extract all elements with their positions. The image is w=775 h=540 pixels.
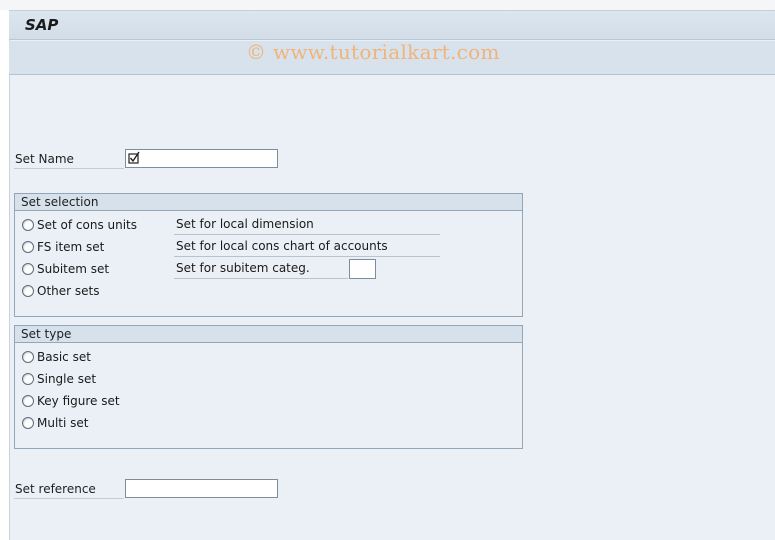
radio-circle[interactable] (22, 219, 34, 231)
screen-title: SAP (25, 16, 59, 34)
required-check-icon (128, 151, 140, 164)
desc-local-dimension: Set for local dimension (174, 215, 440, 235)
watermark-text: © www.tutorialkart.com (246, 40, 500, 64)
radio-label: Key figure set (37, 394, 120, 408)
desc-local-cons-chart: Set for local cons chart of accounts (174, 237, 440, 257)
set-selection-title: Set selection (15, 194, 522, 211)
radio-circle[interactable] (22, 417, 34, 429)
radio-circle[interactable] (22, 241, 34, 253)
radio-label: Basic set (37, 350, 91, 364)
desc-subitem-categ: Set for subitem categ. (174, 259, 348, 279)
radio-label: Single set (37, 372, 97, 386)
set-reference-label: Set reference (15, 482, 96, 496)
window-top-strip (0, 0, 775, 10)
radio-circle[interactable] (22, 373, 34, 385)
radio-label: Set of cons units (37, 218, 138, 232)
set-name-input[interactable] (125, 149, 278, 168)
set-name-label: Set Name (15, 152, 74, 166)
radio-circle[interactable] (22, 285, 34, 297)
subitem-categ-input[interactable] (349, 259, 376, 279)
radio-circle[interactable] (22, 351, 34, 363)
radio-set-of-cons-units[interactable]: Set of cons units (22, 218, 162, 234)
radio-basic-set[interactable]: Basic set (22, 350, 162, 366)
set-reference-input[interactable] (125, 479, 278, 498)
radio-label: Multi set (37, 416, 89, 430)
radio-fs-item-set[interactable]: FS item set (22, 240, 162, 256)
title-bar: SAP (9, 10, 775, 40)
radio-other-sets[interactable]: Other sets (22, 284, 162, 300)
radio-label: FS item set (37, 240, 105, 254)
radio-single-set[interactable]: Single set (22, 372, 162, 388)
radio-label: Subitem set (37, 262, 110, 276)
radio-subitem-set[interactable]: Subitem set (22, 262, 162, 278)
radio-key-figure-set[interactable]: Key figure set (22, 394, 162, 410)
radio-multi-set[interactable]: Multi set (22, 416, 162, 432)
radio-label: Other sets (37, 284, 100, 298)
radio-circle[interactable] (22, 263, 34, 275)
radio-circle[interactable] (22, 395, 34, 407)
set-type-title: Set type (15, 326, 522, 343)
